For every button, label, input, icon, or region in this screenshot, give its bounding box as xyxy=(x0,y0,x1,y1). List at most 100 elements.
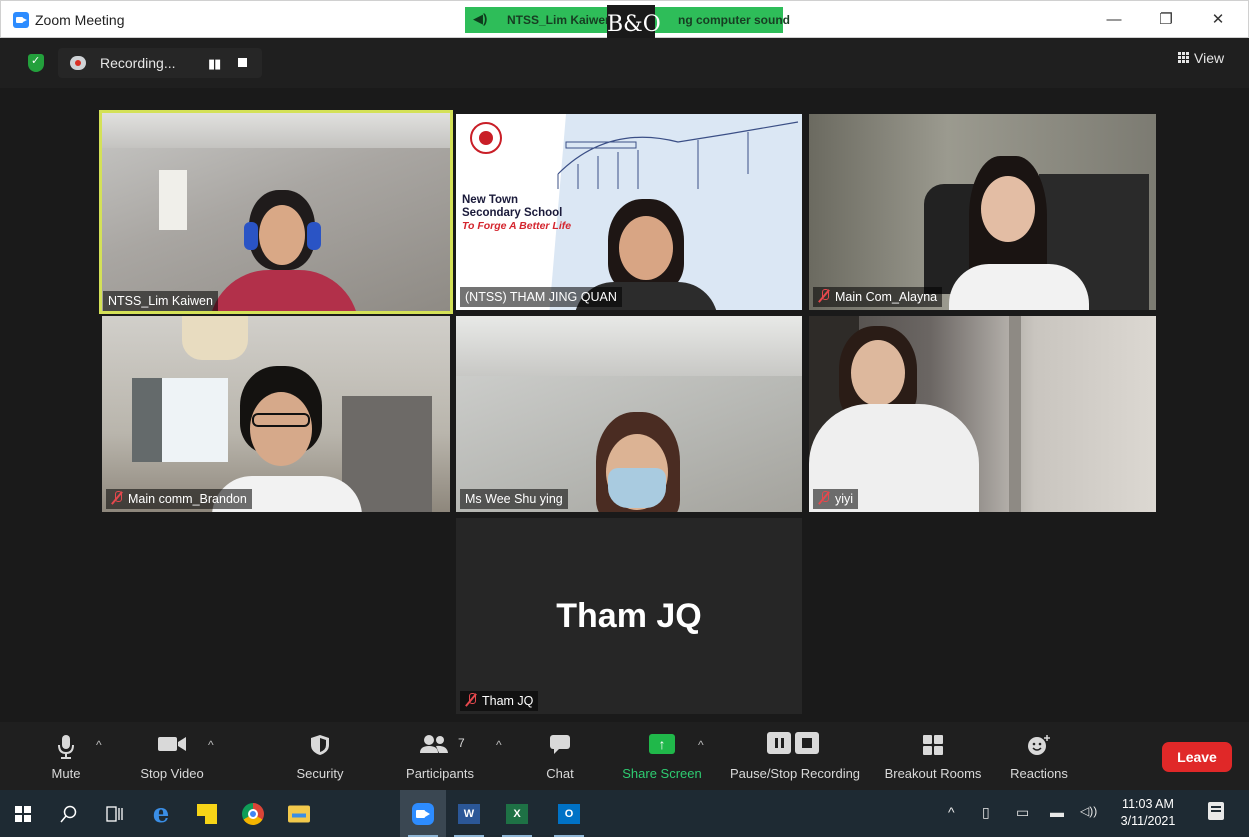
pause-recording-icon[interactable]: ▮▮ xyxy=(208,56,221,72)
participants-options-caret-icon[interactable]: ^ xyxy=(496,738,502,752)
video-tile[interactable]: yiyi xyxy=(809,316,1156,512)
word-icon: W xyxy=(458,803,480,824)
security-shield-icon xyxy=(311,735,329,755)
show-hidden-icons-chevron-icon[interactable]: ^ xyxy=(948,804,955,820)
zoom-app-icon xyxy=(412,802,434,825)
taskbar-search-button[interactable] xyxy=(46,790,92,837)
participant-name-label: Tham JQ xyxy=(460,691,539,711)
share-screen-label: Share Screen xyxy=(622,766,702,781)
network-icon[interactable]: ▭ xyxy=(1016,804,1029,821)
video-tile[interactable]: Tham JQ Tham JQ xyxy=(456,518,802,714)
battery-icon[interactable]: ▬ xyxy=(1050,804,1064,820)
share-options-caret-icon[interactable]: ^ xyxy=(698,738,704,752)
taskbar-app-excel[interactable]: X xyxy=(494,790,540,837)
breakout-rooms-button[interactable]: Breakout Rooms xyxy=(878,722,988,790)
zoom-meeting-app: Zoom Meeting — ❐ ✕ ◀) NTSS_Lim Kaiwen ng… xyxy=(0,0,1249,837)
action-center-notification-icon[interactable] xyxy=(1208,802,1224,820)
school-name-line1: New Town xyxy=(462,194,519,206)
taskbar-clock[interactable]: 11:03 AM 3/11/2021 xyxy=(1118,796,1178,830)
reactions-smiley-icon xyxy=(1028,735,1050,755)
windows-taskbar: e W X O ^ ▯ ▭ ▬ ◁)) 11:03 AM 3/11/2021 xyxy=(0,790,1249,837)
close-button[interactable]: ✕ xyxy=(1203,9,1233,31)
volume-icon[interactable]: ◁)) xyxy=(1080,804,1097,818)
sticky-notes-icon xyxy=(197,803,217,824)
excel-icon: X xyxy=(506,803,528,824)
encryption-shield-icon[interactable] xyxy=(28,54,44,72)
video-tile[interactable]: Ms Wee Shu ying xyxy=(456,316,802,512)
pause-stop-recording-button[interactable]: Pause/Stop Recording xyxy=(724,722,866,790)
cloud-recording-icon xyxy=(70,56,86,70)
security-label: Security xyxy=(296,766,344,781)
folder-icon xyxy=(288,805,310,822)
video-tile[interactable]: Main Com_Alayna xyxy=(809,114,1156,310)
video-tile[interactable]: Main comm_Brandon xyxy=(102,316,450,512)
taskbar-app-chrome[interactable] xyxy=(230,790,276,837)
video-gallery: NTSS_Lim Kaiwen New Town Secondary Schoo… xyxy=(0,88,1249,722)
leave-button[interactable]: Leave xyxy=(1162,742,1232,772)
recording-indicator: Recording... ▮▮ xyxy=(58,48,262,78)
participant-name-label: NTSS_Lim Kaiwen xyxy=(103,291,218,311)
audio-options-caret-icon[interactable]: ^ xyxy=(96,738,102,752)
stop-video-button[interactable]: Stop Video xyxy=(128,722,216,790)
pause-stop-recording-icon xyxy=(767,732,823,754)
video-camera-icon xyxy=(158,737,186,751)
video-tile[interactable]: New Town Secondary School To Forge A Bet… xyxy=(456,114,802,310)
taskbar-app-sticky-notes[interactable] xyxy=(184,790,230,837)
mute-button[interactable]: Mute xyxy=(36,722,96,790)
participants-button[interactable]: 7 Participants xyxy=(400,722,480,790)
taskbar-app-word[interactable]: W xyxy=(446,790,492,837)
reactions-label: Reactions xyxy=(1010,766,1068,781)
internet-explorer-icon: e xyxy=(152,798,170,829)
participant-name-text: Main Com_Alayna xyxy=(835,290,938,304)
school-crest-icon xyxy=(470,122,502,154)
stop-video-label: Stop Video xyxy=(140,766,204,781)
share-screen-button[interactable]: ↑ Share Screen xyxy=(618,722,706,790)
video-options-caret-icon[interactable]: ^ xyxy=(208,738,214,752)
reactions-button[interactable]: Reactions xyxy=(1004,722,1074,790)
stop-recording-icon[interactable] xyxy=(238,58,247,67)
clock-date: 3/11/2021 xyxy=(1120,814,1176,828)
participant-face xyxy=(259,205,305,265)
mic-muted-icon xyxy=(111,491,123,505)
usb-device-icon[interactable]: ▯ xyxy=(982,804,990,821)
taskbar-app-outlook[interactable]: O xyxy=(546,790,592,837)
chat-button[interactable]: Chat xyxy=(536,722,584,790)
participant-name-text: yiyi xyxy=(835,492,854,506)
search-icon xyxy=(60,805,77,822)
taskbar-app-edge[interactable]: e xyxy=(138,790,184,837)
minimize-button[interactable]: — xyxy=(1099,9,1129,31)
task-view-button[interactable] xyxy=(92,790,138,837)
participant-face xyxy=(851,340,905,406)
microphone-icon xyxy=(58,735,74,759)
restore-button[interactable]: ❐ xyxy=(1151,9,1181,31)
participants-count: 7 xyxy=(458,736,465,750)
participant-face xyxy=(250,392,312,466)
breakout-rooms-label: Breakout Rooms xyxy=(884,766,982,781)
windows-logo-icon xyxy=(15,805,31,822)
task-view-icon xyxy=(106,805,123,822)
window-title: Zoom Meeting xyxy=(35,12,125,28)
recording-status: Recording... xyxy=(100,55,176,71)
participant-face xyxy=(981,176,1035,242)
outlook-icon: O xyxy=(558,803,580,824)
participant-name-label: Main comm_Brandon xyxy=(106,489,252,509)
view-button-label: View xyxy=(1194,50,1225,66)
school-name-line2: Secondary School xyxy=(462,207,563,219)
video-tile[interactable]: NTSS_Lim Kaiwen xyxy=(99,110,453,314)
grid-view-icon xyxy=(1178,52,1190,64)
security-button[interactable]: Security xyxy=(288,722,352,790)
participant-face xyxy=(619,216,673,280)
view-button[interactable]: View xyxy=(1178,50,1224,66)
mic-muted-icon xyxy=(818,491,830,505)
windows-start-button[interactable] xyxy=(0,790,46,837)
participant-name-label: Main Com_Alayna xyxy=(813,287,943,307)
chat-bubble-icon xyxy=(550,735,570,754)
taskbar-app-zoom[interactable] xyxy=(400,790,446,837)
taskbar-app-file-explorer[interactable] xyxy=(276,790,322,837)
participant-name-text: Tham JQ xyxy=(482,694,534,708)
participants-label: Participants xyxy=(406,766,474,781)
speaker-volume-icon: ◀) xyxy=(473,11,488,26)
speaking-notification-text: ng computer sound xyxy=(678,13,790,27)
mic-muted-icon xyxy=(818,289,830,303)
mute-label: Mute xyxy=(51,766,81,781)
